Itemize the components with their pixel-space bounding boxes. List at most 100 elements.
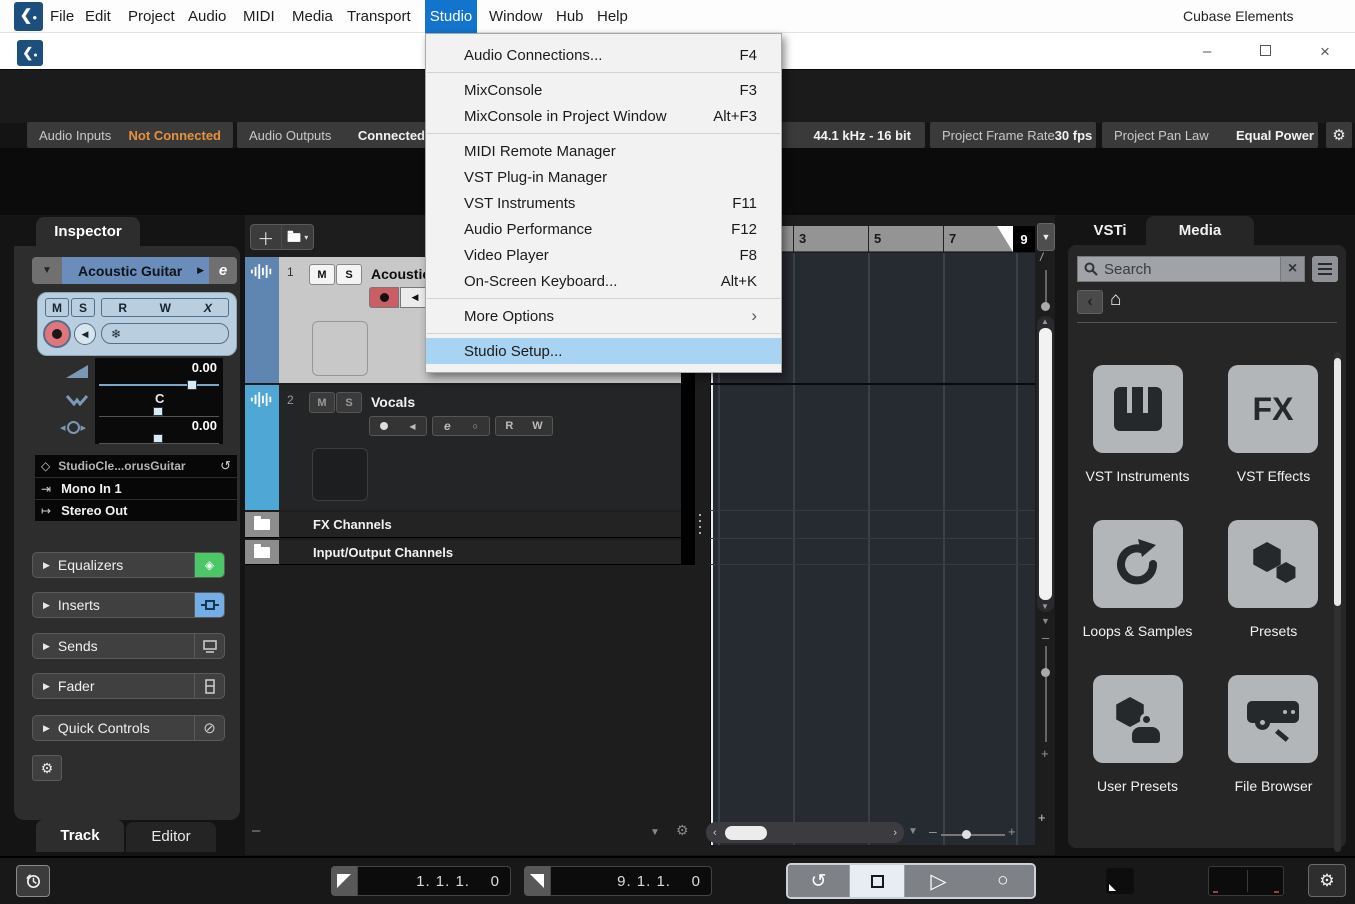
left-locator-display[interactable]: 1. 1. 1. 0	[357, 866, 511, 896]
inspector-setup-gear[interactable]: ⚙	[32, 755, 62, 781]
write-button[interactable]: W	[532, 420, 542, 432]
pan-thumb[interactable]	[153, 407, 163, 416]
v-zoom-out-label[interactable]: –	[1042, 630, 1049, 645]
edit-channel-button[interactable]: e	[444, 419, 451, 433]
write-button[interactable]: W	[160, 301, 171, 315]
search-input[interactable]	[1104, 261, 1254, 278]
section-sends[interactable]: ▶ Sends	[32, 633, 225, 659]
status-audio-outputs[interactable]: Audio Outputs Connected	[237, 122, 437, 148]
track-picture[interactable]	[312, 448, 368, 501]
add-track-button[interactable]: ＋	[251, 225, 281, 249]
v-zoom-thumb[interactable]	[1041, 668, 1050, 677]
play-button[interactable]: ▷	[930, 869, 946, 894]
tile-vst-instruments[interactable]	[1093, 365, 1183, 453]
track-picture[interactable]	[312, 321, 368, 376]
track-record-button[interactable]	[369, 287, 399, 308]
folder-row-fx-channels[interactable]: FX Channels	[245, 512, 681, 538]
zoom-preset-icon[interactable]: ▼	[908, 826, 918, 837]
scroll-thumb[interactable]	[725, 826, 767, 840]
menu-item-audio-connections[interactable]: Audio Connections...F4	[426, 42, 781, 68]
menu-edit[interactable]: Edit	[85, 0, 111, 33]
cycle-button[interactable]: ↻	[788, 865, 849, 897]
inspector-track-name[interactable]: Acoustic Guitar ▶	[62, 257, 209, 284]
minimize-button[interactable]: –	[1192, 40, 1222, 64]
menu-audio[interactable]: Audio	[188, 0, 226, 33]
tile-user-presets[interactable]	[1093, 675, 1183, 763]
menu-help[interactable]: Help	[597, 0, 628, 33]
record-dot-icon[interactable]	[380, 422, 388, 430]
freeze-button[interactable]: X	[202, 301, 213, 315]
status-setup-gear[interactable]: ⚙	[1326, 122, 1352, 148]
volume-slider[interactable]	[99, 384, 219, 386]
gear-icon[interactable]: ⚙	[1319, 871, 1334, 891]
menu-media[interactable]: Media	[292, 0, 333, 33]
left-locator-flag-icon[interactable]	[331, 866, 357, 896]
scroll-left-icon[interactable]: ‹	[713, 827, 717, 839]
back-icon[interactable]: ‹	[1077, 290, 1103, 314]
waveform-zoom-slider[interactable]	[1045, 270, 1047, 306]
track-options-icon[interactable]: ▼	[650, 827, 660, 838]
output-routing-row[interactable]: ↦ Stereo Out	[35, 500, 237, 521]
clock-icon[interactable]	[17, 866, 49, 896]
results-list-icon[interactable]	[1312, 256, 1338, 282]
track-solo-button[interactable]: S	[336, 264, 362, 285]
scroll-thumb[interactable]	[1334, 358, 1341, 606]
solo-button[interactable]: S	[71, 298, 95, 317]
clear-search-icon[interactable]: ×	[1280, 257, 1304, 281]
track-solo-button[interactable]: S	[336, 392, 362, 413]
track-preset-row[interactable]: ◇ StudioCle...orusGuitar ↺	[35, 455, 237, 477]
close-button[interactable]: ×	[1310, 40, 1340, 64]
maximize-button[interactable]	[1250, 40, 1280, 64]
menu-transport[interactable]: Transport	[347, 0, 411, 33]
section-fader[interactable]: ▶ Fader	[32, 673, 225, 699]
tab-editor[interactable]: Editor	[126, 822, 216, 852]
menu-hub[interactable]: Hub	[556, 0, 584, 33]
vertical-scrollbar[interactable]: ▲ ▼	[1037, 316, 1054, 612]
v-zoom-slider[interactable]	[1045, 646, 1047, 742]
tab-media[interactable]: Media	[1146, 216, 1254, 246]
menu-item-midi-remote-manager[interactable]: MIDI Remote Manager	[426, 138, 781, 164]
tile-loops-samples[interactable]	[1093, 520, 1183, 608]
tile-presets[interactable]	[1228, 520, 1318, 608]
zoom-preset-icon[interactable]: ▼	[1041, 616, 1050, 626]
mute-button[interactable]: M	[45, 298, 69, 317]
tile-file-browser[interactable]	[1228, 675, 1318, 763]
status-frame-rate[interactable]: Project Frame Rate 30 fps	[930, 122, 1096, 148]
insert-state-icon[interactable]: ○	[473, 421, 478, 431]
scroll-thumb[interactable]	[1039, 328, 1052, 600]
v-zoom-in-label[interactable]: +	[1041, 746, 1049, 761]
ruler-options-icon[interactable]: ▼	[1037, 223, 1055, 251]
volume-thumb[interactable]	[187, 380, 197, 390]
menu-midi[interactable]: MIDI	[243, 0, 275, 33]
equalizer-state-icon[interactable]: ◈	[194, 553, 224, 577]
track-color-strip[interactable]	[245, 385, 279, 510]
project-end-marker[interactable]	[997, 226, 1013, 252]
waveform-zoom-thumb[interactable]	[1041, 302, 1050, 311]
section-equalizers[interactable]: ▶ Equalizers ◈	[32, 552, 225, 578]
media-scrollbar[interactable]	[1334, 352, 1341, 852]
fader-state-icon[interactable]	[194, 674, 224, 698]
menu-item-studio-setup[interactable]: Studio Setup...	[426, 338, 781, 364]
horizontal-scrollbar[interactable]: ‹ ›	[706, 822, 904, 843]
menu-window[interactable]: Window	[489, 0, 542, 33]
tab-vsti[interactable]: VSTi	[1080, 216, 1140, 246]
scroll-down-icon[interactable]: ▼	[1041, 602, 1049, 611]
status-pan-law[interactable]: Project Pan Law Equal Power	[1102, 122, 1318, 148]
menu-item-mixconsole[interactable]: MixConsoleF3	[426, 77, 781, 103]
menu-item-audio-performance[interactable]: Audio PerformanceF12	[426, 216, 781, 242]
menu-item-vst-instruments[interactable]: VST InstrumentsF11	[426, 190, 781, 216]
status-audio-inputs[interactable]: Audio Inputs Not Connected	[27, 122, 233, 148]
menu-item-video-player[interactable]: Video PlayerF8	[426, 242, 781, 268]
tab-track[interactable]: Track	[36, 820, 124, 852]
menu-item-mixconsole-project-window[interactable]: MixConsole in Project WindowAlt+F3	[426, 103, 781, 129]
track-scale-minus[interactable]: –	[252, 822, 260, 839]
read-button[interactable]: R	[118, 301, 127, 315]
menu-project[interactable]: Project	[128, 0, 175, 33]
tile-vst-effects[interactable]: FX	[1228, 365, 1318, 453]
tempo-display[interactable]	[1208, 866, 1284, 896]
menu-item-onscreen-keyboard[interactable]: On-Screen Keyboard...Alt+K	[426, 268, 781, 294]
track-color-strip[interactable]	[245, 257, 279, 383]
delay-thumb[interactable]	[153, 434, 163, 443]
menu-file[interactable]: File	[50, 0, 74, 33]
record-enable-button[interactable]	[43, 320, 71, 348]
